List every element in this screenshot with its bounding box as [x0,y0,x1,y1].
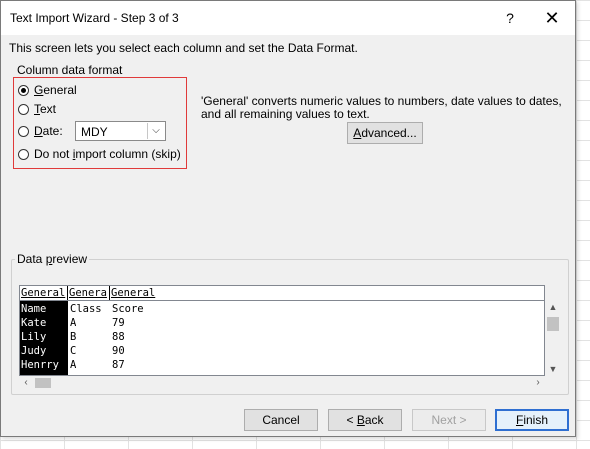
column-format-legend: Column data format [15,63,125,77]
back-button[interactable]: < Back [328,409,402,431]
column-header-2[interactable]: Genera [68,286,110,300]
cancel-button[interactable]: Cancel [244,409,318,431]
table-cell: Class [70,303,102,315]
finish-button[interactable]: Finish [495,409,569,431]
data-preview-grid[interactable]: General Genera General Name Class Score … [19,285,545,376]
title-bar: Text Import Wizard - Step 3 of 3 ? ✕ [1,1,575,35]
radio-general[interactable]: General [18,82,77,98]
advanced-button[interactable]: Advanced... [347,122,423,144]
next-button[interactable]: Next > [412,409,486,431]
preview-header-row: General Genera General [20,286,544,301]
table-cell: 90 [112,345,125,357]
radio-text-button[interactable] [18,103,29,115]
table-cell: B [70,331,77,343]
radio-text[interactable]: Text [18,101,56,117]
table-cell: Lily [21,331,47,343]
radio-date[interactable]: Date: [18,123,63,139]
scroll-thumb[interactable] [547,317,559,331]
column-header-3[interactable]: General [110,286,544,300]
scroll-thumb[interactable] [35,378,51,388]
date-format-value: MDY [81,125,108,139]
radio-text-label: Text [34,102,57,116]
radio-date-button[interactable] [18,125,29,137]
radio-skip-button[interactable] [18,148,29,160]
table-cell: Henrry [21,359,59,371]
scroll-left-icon[interactable]: ‹ [19,376,33,390]
table-cell: Name [21,303,47,315]
table-cell: A [70,317,77,329]
radio-general-button[interactable] [18,84,29,96]
intro-text: This screen lets you select each column … [9,41,358,55]
close-button[interactable]: ✕ [537,7,567,29]
table-cell: A [70,359,77,371]
format-description: 'General' converts numeric values to num… [201,94,562,121]
data-preview-legend: Data preview [15,252,90,266]
table-cell: C [70,345,77,357]
table-cell: Score [112,303,144,315]
column-header-1[interactable]: General [20,286,68,300]
radio-general-label: General [34,83,77,97]
date-format-select[interactable]: MDY ⌵ [75,121,166,141]
radio-date-label: Date: [34,124,63,138]
scroll-right-icon[interactable]: › [531,376,545,390]
chevron-down-icon[interactable]: ⌵ [147,123,164,139]
radio-skip[interactable]: Do not import column (skip) [18,146,181,162]
scroll-up-icon[interactable]: ▲ [545,300,561,314]
table-cell: 79 [112,317,125,329]
table-cell: 87 [112,359,125,371]
table-cell: Kate [21,317,47,329]
scroll-down-icon[interactable]: ▼ [545,362,561,376]
table-cell: 88 [112,331,125,343]
table-cell: Judy [21,345,47,357]
radio-skip-label: Do not import column (skip) [34,147,181,161]
dialog-title: Text Import Wizard - Step 3 of 3 [10,11,179,25]
help-button[interactable]: ? [499,7,521,29]
vertical-scrollbar[interactable]: ▲ ▼ [545,300,561,376]
text-import-wizard-dialog: Text Import Wizard - Step 3 of 3 ? ✕ Thi… [0,0,576,437]
horizontal-scrollbar[interactable]: ‹ › [19,376,545,390]
